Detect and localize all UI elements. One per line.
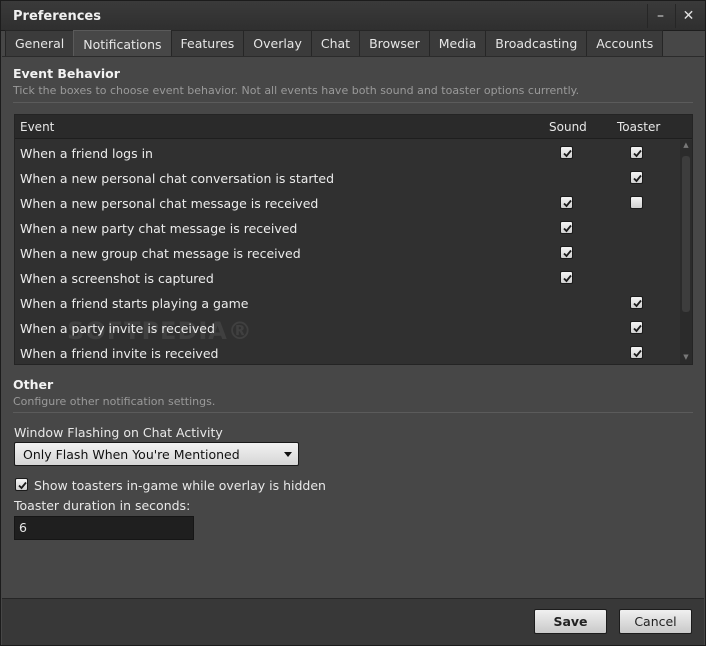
event-label: When a friend starts playing a game (20, 296, 249, 311)
toaster-checkbox[interactable] (630, 346, 643, 359)
window-title: Preferences (13, 9, 101, 24)
minimize-button[interactable]: – (647, 4, 673, 28)
other-heading: Other (13, 377, 54, 392)
column-header-sound[interactable]: Sound (549, 120, 587, 134)
event-behavior-description: Tick the boxes to choose event behavior.… (13, 84, 580, 97)
table-row: When a friend logs in (15, 140, 680, 165)
tab-media[interactable]: Media (428, 30, 487, 56)
sound-checkbox[interactable] (560, 196, 573, 209)
section-divider (13, 102, 693, 103)
toaster-checkbox[interactable] (630, 321, 643, 334)
event-label: When a new personal chat message is rece… (20, 196, 319, 211)
scroll-down-icon[interactable]: ▼ (682, 354, 690, 361)
table-row: When a new party chat message is receive… (15, 215, 680, 240)
tab-broadcasting[interactable]: Broadcasting (485, 30, 588, 56)
tab-general[interactable]: General (5, 30, 75, 56)
toaster-checkbox[interactable] (630, 296, 643, 309)
column-header-event[interactable]: Event (20, 120, 54, 134)
tab-notifications[interactable]: Notifications (73, 30, 172, 57)
table-row: When a new personal chat conversation is… (15, 165, 680, 190)
sound-checkbox[interactable] (560, 271, 573, 284)
window-flashing-select[interactable]: Only Flash When You're Mentioned (14, 442, 299, 466)
sound-checkbox[interactable] (560, 146, 573, 159)
preferences-window: Preferences – ✕ General Notifications Feat… (0, 0, 706, 646)
save-button[interactable]: Save (534, 609, 607, 634)
event-behavior-heading: Event Behavior (13, 66, 120, 81)
toaster-duration-label: Toaster duration in seconds: (14, 498, 191, 513)
tab-features[interactable]: Features (170, 30, 245, 56)
table-row: When a new group chat message is receive… (15, 240, 680, 265)
other-description: Configure other notification settings. (13, 395, 216, 408)
sound-checkbox[interactable] (560, 221, 573, 234)
table-row: When a new personal chat message is rece… (15, 190, 680, 215)
section-divider (13, 412, 693, 413)
event-label: When a new party chat message is receive… (20, 221, 298, 236)
show-toasters-checkbox[interactable] (15, 478, 28, 491)
column-header-toaster[interactable]: Toaster (617, 120, 660, 134)
cancel-button[interactable]: Cancel (619, 609, 692, 634)
close-button[interactable]: ✕ (675, 4, 701, 28)
tab-bar: General Notifications Features Overlay Chat B… (5, 30, 664, 57)
event-table: Event Sound Toaster When a friend logs i… (14, 114, 693, 365)
event-table-scrollbar[interactable]: ▲ ▼ (680, 140, 692, 364)
tab-overlay[interactable]: Overlay (243, 30, 312, 56)
scrollbar-thumb[interactable] (682, 156, 690, 312)
softpedia-watermark: SOFTPEDIA® (67, 317, 253, 345)
toaster-checkbox[interactable] (630, 196, 643, 209)
tab-browser[interactable]: Browser (359, 30, 430, 56)
notifications-panel: Event Behavior Tick the boxes to choose … (2, 56, 704, 598)
dialog-footer: Save Cancel (2, 598, 704, 645)
tab-accounts[interactable]: Accounts (586, 30, 664, 56)
event-label: When a new group chat message is receive… (20, 246, 301, 261)
event-label: When a friend invite is received (20, 346, 219, 361)
toaster-checkbox[interactable] (630, 146, 643, 159)
toaster-duration-input[interactable]: 6 (14, 516, 194, 540)
toaster-checkbox[interactable] (630, 171, 643, 184)
title-bar: Preferences – ✕ (1, 1, 705, 31)
chevron-down-icon (284, 452, 292, 457)
tab-chat[interactable]: Chat (310, 30, 361, 56)
event-table-header: Event Sound Toaster (15, 115, 692, 139)
scroll-up-icon[interactable]: ▲ (682, 142, 690, 149)
window-flashing-value: Only Flash When You're Mentioned (23, 447, 240, 462)
show-toasters-label: Show toasters in-game while overlay is h… (34, 478, 326, 493)
event-label: When a new personal chat conversation is… (20, 171, 335, 186)
event-label: When a friend logs in (20, 146, 153, 161)
sound-checkbox[interactable] (560, 246, 573, 259)
event-label: When a screenshot is captured (20, 271, 214, 286)
window-flashing-label: Window Flashing on Chat Activity (14, 425, 223, 440)
table-row: When a screenshot is captured (15, 265, 680, 290)
table-row: When a friend starts playing a game (15, 290, 680, 315)
